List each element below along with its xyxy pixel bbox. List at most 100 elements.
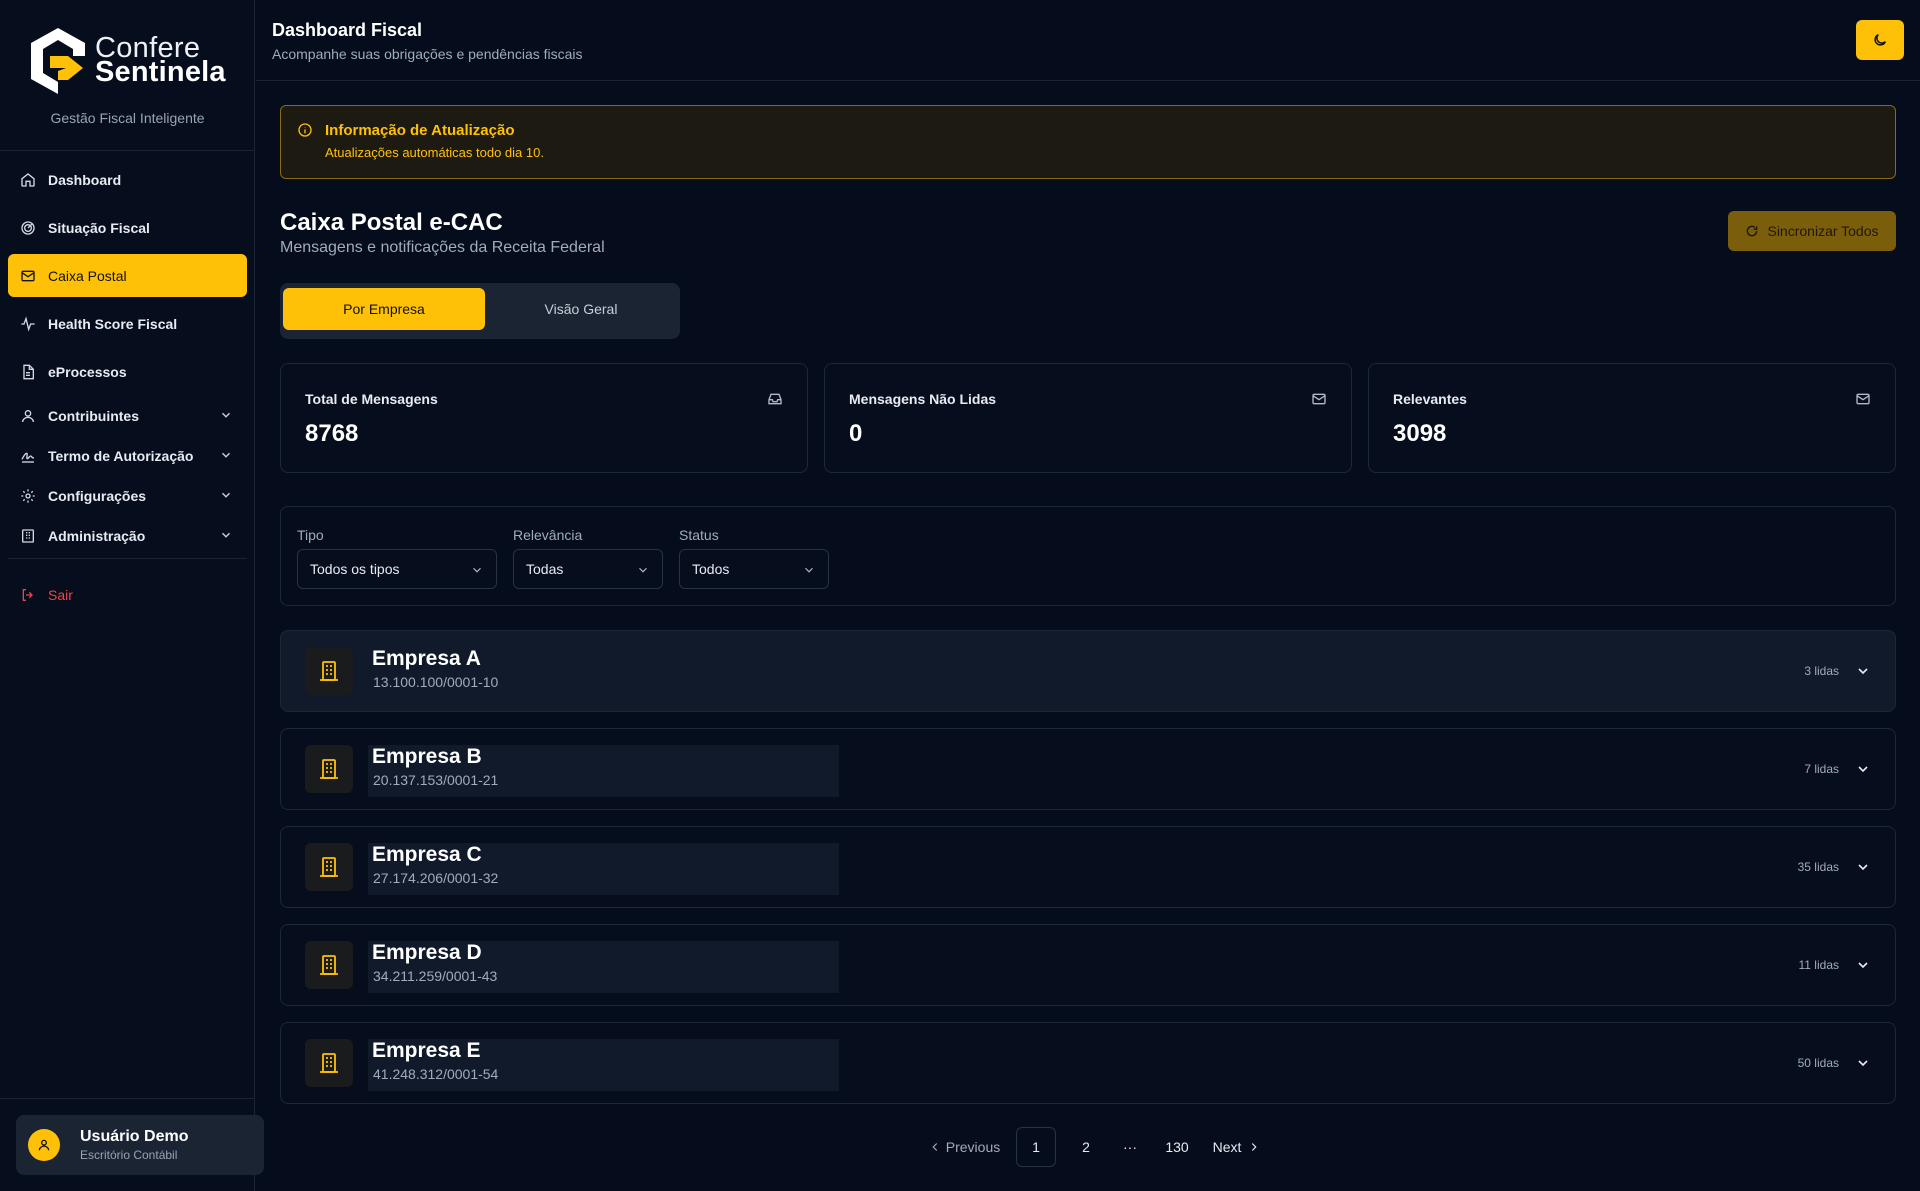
alert-text: Atualizações automáticas todo dia 10.: [325, 145, 544, 160]
sidebar-item-situacao-fiscal[interactable]: Situação Fiscal: [8, 206, 247, 249]
filter-value: Todos: [692, 561, 730, 577]
theme-toggle-button[interactable]: [1856, 20, 1904, 60]
sidebar-item-caixa-postal[interactable]: Caixa Postal: [8, 254, 247, 297]
company-read-count: 3 lidas: [1804, 664, 1839, 678]
sidebar-item-label: Dashboard: [48, 171, 122, 188]
top-bar: Dashboard Fiscal Acompanhe suas obrigaçõ…: [256, 0, 1920, 81]
company-row[interactable]: Empresa B 20.137.153/0001-21 7 lidas: [280, 728, 1896, 810]
sidebar-group-administracao[interactable]: Administração: [8, 518, 247, 553]
logout-button[interactable]: Sair: [8, 573, 247, 616]
user-card[interactable]: Usuário Demo Escritório Contábil: [16, 1115, 264, 1175]
chevron-down-icon[interactable]: [1855, 1055, 1871, 1071]
company-read-count: 50 lidas: [1797, 1056, 1839, 1070]
pagination-page-1[interactable]: 1: [1016, 1127, 1056, 1167]
company-name: Empresa A: [372, 647, 481, 670]
chevron-down-icon[interactable]: [1855, 957, 1871, 973]
stat-card-total: Total de Mensagens 8768: [280, 363, 808, 473]
page-subtitle: Acompanhe suas obrigações e pendências f…: [272, 46, 583, 62]
user-divider: [0, 1098, 255, 1099]
pagination-next[interactable]: Next: [1202, 1127, 1272, 1167]
user-role: Escritório Contábil: [80, 1148, 178, 1162]
sidebar-item-label: Contribuintes: [48, 407, 139, 424]
company-read-count: 35 lidas: [1797, 860, 1839, 874]
sidebar-item-label: Situação Fiscal: [48, 219, 150, 236]
pagination-page-last[interactable]: 130: [1152, 1127, 1202, 1167]
chevron-down-icon[interactable]: [1855, 663, 1871, 679]
tab-por-empresa[interactable]: Por Empresa: [283, 288, 485, 330]
sidebar-item-label: Administração: [48, 527, 146, 544]
pagination-ellipsis: ···: [1123, 1139, 1137, 1155]
company-cnpj: 20.137.153/0001-21: [373, 772, 499, 788]
user-icon: [38, 1139, 50, 1151]
chevron-left-icon: [932, 1143, 937, 1151]
sidebar-group-termo-autorizacao[interactable]: Termo de Autorização: [8, 438, 247, 473]
filter-status-select[interactable]: Todos: [679, 549, 829, 589]
filter-relevancia-select[interactable]: Todas: [513, 549, 663, 589]
company-row[interactable]: Empresa D 34.211.259/0001-43 11 lidas: [280, 924, 1896, 1006]
stat-card-relevant: Relevantes 3098: [1368, 363, 1896, 473]
chevron-down-icon: [219, 488, 233, 502]
company-name: Empresa C: [372, 843, 482, 866]
user-icon: [20, 408, 36, 424]
company-row[interactable]: Empresa A 13.100.100/0001-10 3 lidas: [280, 630, 1896, 712]
home-icon: [20, 172, 36, 188]
company-cnpj: 27.174.206/0001-32: [373, 870, 499, 886]
section-subtitle: Mensagens e notificações da Receita Fede…: [280, 239, 605, 256]
company-name: Empresa B: [372, 745, 482, 768]
signature-icon: [20, 448, 36, 464]
sidebar-item-health-score[interactable]: Health Score Fiscal: [8, 302, 247, 345]
inbox-icon: [767, 391, 783, 407]
tab-visao-geral[interactable]: Visão Geral: [485, 288, 677, 330]
moon-icon: [1874, 33, 1887, 46]
sidebar-group-configuracoes[interactable]: Configurações: [8, 478, 247, 513]
filter-value: Todas: [526, 561, 564, 577]
sidebar-item-label: Caixa Postal: [48, 267, 127, 284]
chevron-down-icon[interactable]: [1855, 859, 1871, 875]
mail-icon: [1311, 391, 1327, 407]
update-info-alert: Informação de Atualização Atualizações a…: [280, 105, 1896, 179]
sidebar-item-eprocessos[interactable]: eProcessos: [8, 350, 247, 393]
info-icon: [297, 122, 313, 138]
nav-divider: [8, 558, 247, 559]
sidebar-item-label: eProcessos: [48, 363, 127, 380]
pagination-next-label: Next: [1212, 1139, 1242, 1155]
activity-icon: [20, 315, 36, 332]
user-name: Usuário Demo: [80, 1128, 189, 1145]
stat-label: Relevantes: [1393, 391, 1467, 407]
filters-panel: Tipo Todos os tipos Relevância Todas Sta…: [280, 506, 1896, 606]
logout-label: Sair: [48, 586, 73, 603]
chevron-down-icon: [219, 448, 233, 462]
stat-value: 3098: [1393, 420, 1447, 447]
company-read-count: 7 lidas: [1804, 762, 1839, 776]
radar-icon: [20, 220, 36, 236]
sidebar: Confere Sentinela Gestão Fiscal Intelige…: [0, 0, 255, 1191]
chevron-down-icon: [802, 563, 816, 577]
sidebar-item-label: Termo de Autorização: [48, 447, 194, 464]
stats-row: Total de Mensagens 8768 Mensagens Não Li…: [280, 363, 1896, 473]
pagination-page-2[interactable]: 2: [1066, 1127, 1106, 1167]
avatar: [28, 1129, 60, 1161]
company-row[interactable]: Empresa E 41.248.312/0001-54 50 lidas: [280, 1022, 1896, 1104]
stat-value: 0: [849, 420, 863, 447]
chevron-down-icon[interactable]: [1855, 761, 1871, 777]
building-icon: [305, 843, 353, 891]
sync-all-button[interactable]: Sincronizar Todos: [1728, 211, 1896, 251]
brand-tagline: Gestão Fiscal Inteligente: [50, 110, 205, 126]
company-cnpj: 34.211.259/0001-43: [373, 968, 498, 984]
company-row[interactable]: Empresa C 27.174.206/0001-32 35 lidas: [280, 826, 1896, 908]
sidebar-item-dashboard[interactable]: Dashboard: [8, 158, 247, 201]
view-tabs: Por Empresa Visão Geral: [280, 283, 680, 339]
gear-icon: [20, 488, 36, 504]
building-icon: [305, 941, 353, 989]
building-icon: [305, 1039, 353, 1087]
pagination: Previous 1 2 ··· 130 Next: [280, 1127, 1896, 1167]
pagination-previous-label: Previous: [945, 1139, 1001, 1155]
pagination-previous[interactable]: Previous: [924, 1127, 1004, 1167]
filter-tipo-select[interactable]: Todos os tipos: [297, 549, 497, 589]
page-title: Dashboard Fiscal: [272, 20, 423, 40]
sync-all-label: Sincronizar Todos: [1767, 223, 1879, 239]
sidebar-group-contribuintes[interactable]: Contribuintes: [8, 398, 247, 433]
sidebar-item-label: Configurações: [48, 487, 147, 504]
company-name: Empresa D: [372, 941, 482, 964]
stat-label: Total de Mensagens: [305, 391, 438, 407]
